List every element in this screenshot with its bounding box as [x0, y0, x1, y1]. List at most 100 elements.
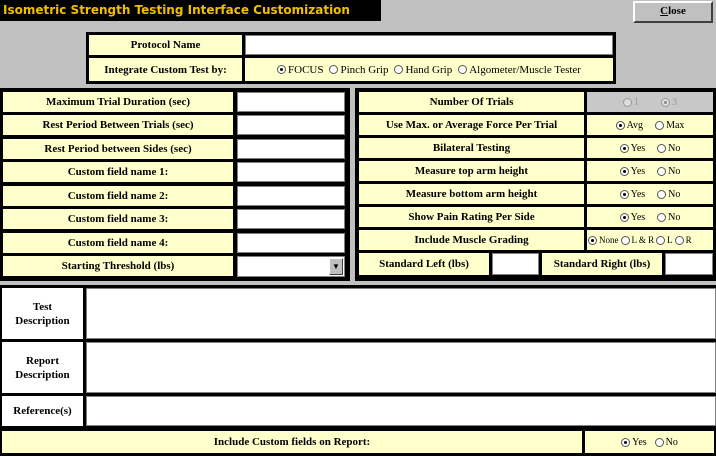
radio-dot-icon — [620, 235, 630, 245]
radio-dot-icon — [655, 120, 665, 130]
number-of-trials-label: Number Of Trials — [359, 92, 584, 112]
radio-label: No — [668, 165, 681, 177]
muscle-l-radio[interactable]: L — [656, 235, 673, 245]
pain-yes-radio[interactable]: Yes — [619, 212, 645, 223]
custom-field-3-input[interactable] — [237, 209, 345, 229]
custom-field-4-label: Custom field name 4: — [3, 233, 233, 253]
radio-dot-icon — [619, 143, 629, 153]
radio-label: No — [668, 142, 681, 154]
bilateral-testing-label: Bilateral Testing — [359, 138, 584, 158]
chevron-down-icon[interactable]: ▼ — [329, 258, 343, 275]
protocol-name-label: Protocol Name — [89, 35, 242, 55]
rest-between-sides-input[interactable] — [237, 139, 345, 159]
bottom-arm-yes-radio[interactable]: Yes — [619, 188, 646, 200]
report-description-input[interactable] — [86, 342, 716, 393]
muscle-l-and-r-radio[interactable]: L & R — [620, 235, 655, 245]
integrate-algometer-radio[interactable]: Algometer/Muscle Tester — [458, 64, 581, 76]
radio-dot-icon — [277, 65, 287, 74]
radio-dot-icon — [657, 166, 667, 176]
radio-label: Yes — [630, 165, 646, 177]
top-arm-yes-radio[interactable]: Yes — [619, 165, 646, 177]
radio-label: L & R — [631, 235, 655, 245]
radio-dot-icon — [661, 97, 670, 107]
radio-dot-icon — [654, 437, 664, 447]
radio-label: Hand Grip — [405, 63, 453, 76]
radio-dot-icon — [588, 235, 597, 245]
radio-label: Avg — [626, 119, 644, 131]
force-per-trial-label: Use Max. or Average Force Per Trial — [359, 115, 584, 135]
radio-dot-icon — [657, 189, 667, 199]
references-input[interactable] — [86, 396, 716, 426]
integrate-pinch-grip-radio[interactable]: Pinch Grip — [329, 64, 388, 76]
radio-dot-icon — [621, 437, 631, 447]
radio-label: Pinch Grip — [340, 63, 389, 76]
standard-right-input[interactable] — [665, 253, 713, 275]
bilateral-testing-options: Yes No — [587, 138, 713, 158]
force-max-radio[interactable]: Max — [655, 120, 684, 131]
radio-dot-icon — [329, 65, 339, 74]
report-description-label-line1: Report — [26, 354, 59, 367]
standard-right-label: Standard Right (lbs) — [542, 253, 662, 275]
radio-label: FOCUS — [288, 63, 324, 76]
radio-dot-icon — [657, 143, 667, 153]
custom-fields-no-radio[interactable]: No — [654, 436, 678, 448]
starting-threshold-label: Starting Threshold (lbs) — [3, 256, 233, 276]
muscle-grading-options: None L & R L R — [587, 230, 713, 250]
pain-rating-label: Show Pain Rating Per Side — [359, 207, 584, 227]
report-description-label: Report Description — [2, 342, 83, 393]
test-description-label-line1: Test — [32, 300, 53, 313]
starting-threshold-combo[interactable]: ▼ — [237, 256, 345, 277]
muscle-r-radio[interactable]: R — [674, 235, 692, 245]
top-arm-height-options: Yes No — [587, 161, 713, 181]
radio-label: No — [665, 436, 678, 448]
references-label: Reference(s) — [2, 396, 83, 426]
rest-between-trials-input[interactable] — [237, 115, 345, 135]
trials-1-radio[interactable]: 1 — [623, 97, 639, 108]
muscle-grading-label: Include Muscle Grading — [359, 230, 584, 250]
custom-field-1-label: Custom field name 1: — [3, 162, 233, 182]
radio-dot-icon — [615, 120, 625, 130]
custom-fields-yes-radio[interactable]: Yes — [621, 437, 647, 448]
custom-field-4-input[interactable] — [237, 233, 345, 253]
radio-label: Yes — [632, 436, 647, 448]
radio-label: Yes — [630, 142, 646, 154]
custom-field-1-input[interactable] — [237, 162, 345, 182]
trials-3-radio[interactable]: 3 — [661, 97, 677, 108]
custom-field-2-label: Custom field name 2: — [3, 186, 233, 206]
integrate-hand-grip-radio[interactable]: Hand Grip — [394, 64, 452, 76]
bilateral-yes-radio[interactable]: Yes — [619, 142, 646, 154]
radio-dot-icon — [394, 65, 404, 74]
rest-between-trials-label: Rest Period Between Trials (sec) — [3, 115, 233, 135]
radio-dot-icon — [458, 65, 468, 74]
close-button-label: lose — [668, 5, 686, 17]
standard-left-input[interactable] — [492, 253, 539, 275]
pain-no-radio[interactable]: No — [657, 212, 680, 223]
protocol-name-input[interactable] — [245, 35, 613, 55]
top-arm-no-radio[interactable]: No — [657, 166, 680, 177]
test-description-input[interactable] — [86, 288, 716, 339]
max-trial-duration-input[interactable] — [237, 92, 345, 112]
bilateral-no-radio[interactable]: No — [657, 143, 680, 154]
radio-label: Yes — [630, 188, 646, 200]
integrate-focus-radio[interactable]: FOCUS — [277, 64, 323, 76]
radio-dot-icon — [619, 212, 629, 222]
bottom-arm-height-label: Measure bottom arm height — [359, 184, 584, 204]
radio-label: L — [667, 235, 673, 245]
radio-label: 3 — [672, 96, 677, 108]
bottom-arm-height-options: Yes No — [587, 184, 713, 204]
radio-label: None — [599, 235, 619, 245]
report-description-label-line2: Description — [15, 368, 70, 381]
force-per-trial-options: Avg Max — [587, 115, 713, 135]
custom-field-2-input[interactable] — [237, 186, 345, 206]
radio-dot-icon — [623, 97, 632, 107]
radio-dot-icon — [657, 212, 667, 222]
muscle-none-radio[interactable]: None — [588, 235, 619, 245]
radio-dot-icon — [619, 189, 629, 199]
radio-label: R — [685, 235, 692, 245]
close-button[interactable]: Close — [633, 1, 713, 23]
bottom-arm-no-radio[interactable]: No — [657, 189, 680, 200]
force-avg-radio[interactable]: Avg — [615, 119, 644, 131]
include-custom-fields-label: Include Custom fields on Report: — [2, 431, 582, 453]
include-custom-fields-options: Yes No — [585, 431, 714, 453]
custom-field-3-label: Custom field name 3: — [3, 209, 233, 229]
